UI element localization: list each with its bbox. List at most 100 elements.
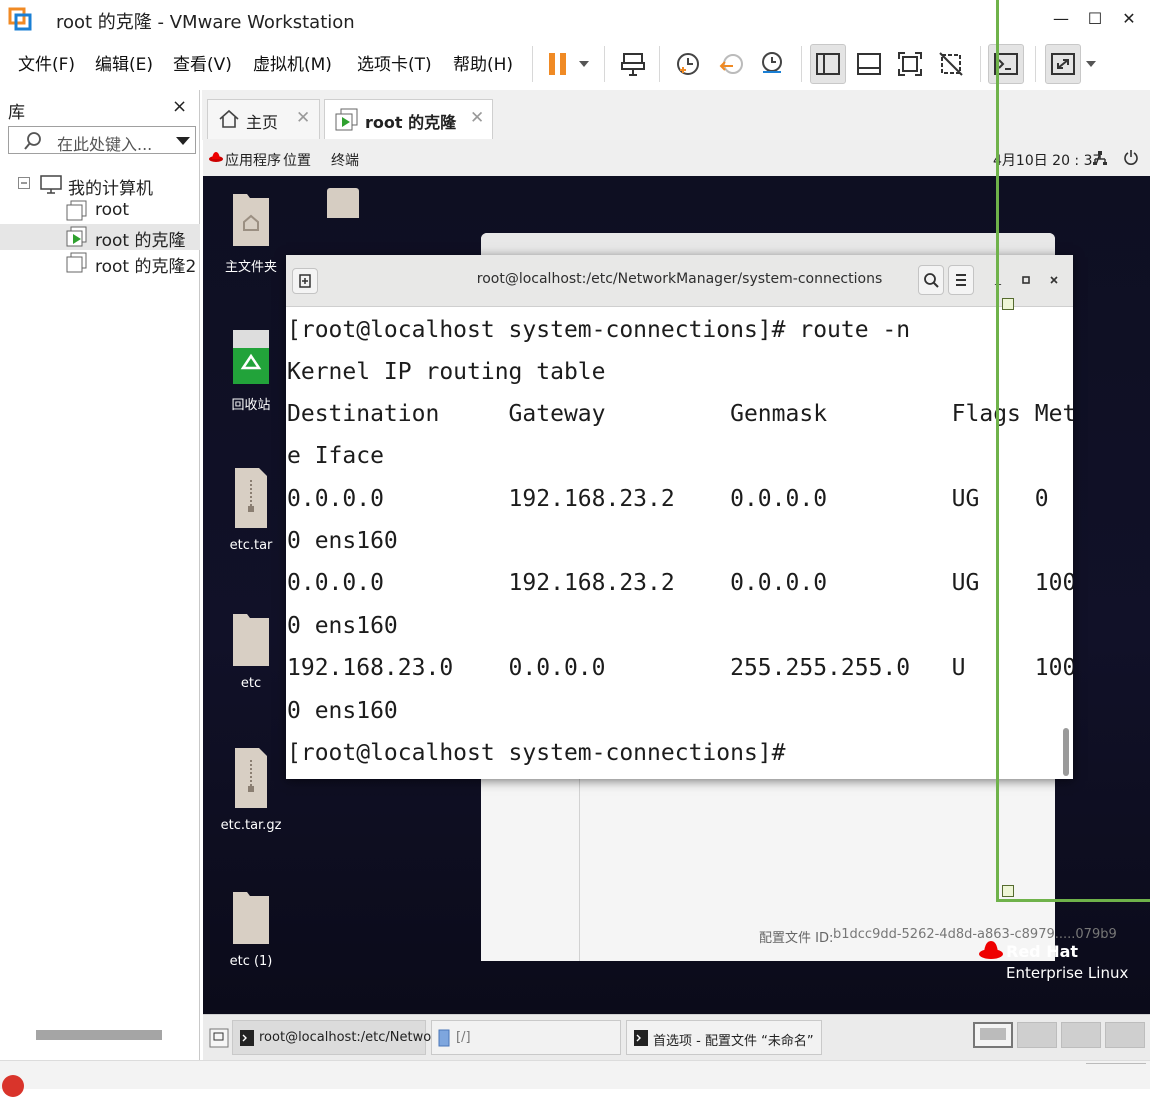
redhat-hat-icon (979, 941, 1003, 959)
chevron-down-icon[interactable] (572, 44, 596, 84)
tree-item-my-computer[interactable]: 我的计算机 (0, 172, 200, 199)
toolbar-separator (659, 46, 660, 82)
terminal-icon (240, 1030, 254, 1046)
terminal-line: Kernel IP routing table (287, 359, 606, 385)
send-ctrl-alt-del-icon[interactable] (615, 44, 651, 84)
snapshot-icon[interactable] (670, 44, 706, 84)
vm-icon (66, 252, 87, 273)
terminal-line: 0.0.0.0 192.168.23.2 0.0.0.0 UG 0 0 (287, 486, 1073, 512)
menu-view[interactable]: 查看(V) (173, 50, 232, 75)
gnome-clock[interactable]: 4月10日 20 : 37 (993, 150, 1101, 170)
toolbar-separator (801, 46, 802, 82)
terminal-search-button[interactable] (918, 265, 944, 295)
host-status-bar (0, 1060, 1150, 1097)
gnome-terminal-menu[interactable]: 终端 (331, 150, 359, 170)
desktop-file-partial[interactable] (327, 188, 359, 218)
terminal-output[interactable]: [root@localhost system-connections]# rou… (286, 308, 1073, 779)
full-screen-icon[interactable] (892, 44, 928, 84)
computer-icon (40, 175, 62, 194)
tree-item-vm[interactable]: root (0, 198, 200, 224)
menu-vm[interactable]: 虚拟机(M) (253, 50, 332, 75)
minimize-button[interactable]: — (1050, 8, 1072, 30)
terminal-window[interactable]: root@localhost:/etc/NetworkManager/syste… (286, 255, 1073, 779)
stretch-guest-icon[interactable] (1045, 44, 1081, 84)
desktop-icon-label: etc.tar (229, 538, 273, 553)
desktop-icon-label: etc (1) (229, 954, 273, 969)
library-scrollbar[interactable] (36, 1030, 162, 1040)
console-view-icon[interactable] (988, 44, 1024, 84)
window-list-item-preferences[interactable]: 首选项 - 配置文件 “未命名” (626, 1020, 822, 1055)
search-icon (24, 132, 41, 150)
desktop-icon-etc-tar[interactable]: etc.tar (211, 466, 291, 553)
tree-label: root 的克隆 (95, 231, 186, 251)
terminal-scrollbar[interactable] (1063, 728, 1069, 776)
library-close-button[interactable]: × (172, 96, 187, 117)
tab-close-icon[interactable]: ✕ (296, 108, 310, 128)
desktop-icon-etc-tar-gz[interactable]: etc.tar.gz (211, 746, 291, 833)
window-list-item-files[interactable]: [/] (431, 1020, 621, 1055)
unity-mode-icon[interactable] (933, 44, 969, 84)
tab-root-clone[interactable]: root 的克隆 ✕ (324, 99, 493, 139)
desktop-icon-label: 回收站 (231, 398, 271, 413)
tab-home[interactable]: 主页 ✕ (207, 99, 320, 139)
terminal-header: root@localhost:/etc/NetworkManager/syste… (286, 255, 1073, 307)
notification-badge-icon[interactable] (2, 1075, 24, 1097)
terminal-maximize-icon[interactable] (1021, 275, 1031, 285)
terminal-menu-button[interactable] (948, 265, 974, 295)
pause-icon[interactable] (540, 44, 576, 84)
selection-handle[interactable] (1002, 885, 1014, 897)
collapse-icon[interactable] (18, 177, 30, 189)
tree-item-vm[interactable]: root 的克隆2 (0, 250, 200, 276)
terminal-close-icon[interactable] (1049, 275, 1059, 285)
tree-label: root (95, 200, 130, 220)
redhat-hat-icon (209, 152, 223, 162)
tree-item-vm-selected[interactable]: root 的克隆 (0, 224, 200, 251)
gnome-applications-menu[interactable]: 应用程序 (225, 150, 281, 170)
selection-handle[interactable] (1002, 298, 1014, 310)
tree-label: root 的克隆2 (95, 257, 197, 276)
window-list-item-terminal[interactable]: root@localhost:/etc/NetworkMan··· (232, 1020, 484, 1055)
title-bar: root 的克隆 - VMware Workstation — ☐ ✕ (0, 0, 1150, 38)
menu-help[interactable]: 帮助(H) (453, 50, 513, 75)
snapshot-manager-icon[interactable] (754, 44, 790, 84)
terminal-line: e Iface (287, 443, 384, 469)
desktop-icon-label: etc (240, 676, 262, 691)
toolbar-separator (1035, 46, 1036, 82)
workspace-3[interactable] (1061, 1022, 1101, 1048)
tab-close-icon[interactable]: ✕ (470, 108, 484, 128)
revert-snapshot-icon[interactable] (713, 44, 749, 84)
network-icon[interactable] (1092, 150, 1108, 166)
power-icon[interactable] (1123, 149, 1139, 165)
thumbnail-bar-icon[interactable] (851, 44, 887, 84)
workspace-4[interactable] (1105, 1022, 1145, 1048)
library-search-input[interactable]: 在此处键入... (8, 126, 196, 154)
status-divider (1086, 1063, 1146, 1075)
gnome-places-menu[interactable]: 位置 (283, 150, 311, 170)
terminal-line: 0.0.0.0 192.168.23.2 0.0.0.0 UG 100 0 (287, 570, 1073, 596)
guest-window-list: root@localhost:/etc/NetworkMan··· [/] 首选… (203, 1014, 1150, 1060)
workspace-2[interactable] (1017, 1022, 1057, 1048)
menu-tabs[interactable]: 选项卡(T) (357, 50, 432, 75)
menu-file[interactable]: 文件(F) (18, 50, 75, 75)
workspace-1[interactable] (973, 1022, 1013, 1048)
desktop-icon-trash[interactable]: 回收站 (211, 326, 291, 413)
menu-edit[interactable]: 编辑(E) (95, 50, 153, 75)
tab-strip: 主页 ✕ root 的克隆 ✕ (202, 90, 1150, 140)
desktop-icon-home[interactable]: 主文件夹 (211, 188, 291, 275)
maximize-button[interactable]: ☐ (1084, 8, 1106, 30)
show-desktop-icon[interactable] (209, 1028, 229, 1048)
chevron-down-icon[interactable] (1080, 44, 1102, 84)
chevron-down-icon[interactable] (175, 135, 191, 147)
close-button[interactable]: ✕ (1118, 8, 1140, 30)
menu-bar: 文件(F) 编辑(E) 查看(V) 虚拟机(M) 选项卡(T) 帮助(H) (0, 38, 1150, 90)
selection-frame-bottom (996, 899, 1150, 902)
vm-console[interactable]: 应用程序 位置 终端 4月10日 20 : 37 配置文件 ID: b1dcc9… (203, 140, 1150, 1014)
search-placeholder: 在此处键入... (57, 135, 153, 154)
desktop-icon-etc[interactable]: etc (211, 608, 291, 691)
toolbar-separator (604, 46, 605, 82)
show-library-icon[interactable] (810, 44, 846, 84)
terminal-line: 0 ens160 (287, 613, 398, 639)
brand-line-2: Enterprise Linux (1006, 964, 1129, 982)
desktop-icon-etc-1[interactable]: etc (1) (211, 886, 291, 969)
search-icon (924, 273, 939, 288)
